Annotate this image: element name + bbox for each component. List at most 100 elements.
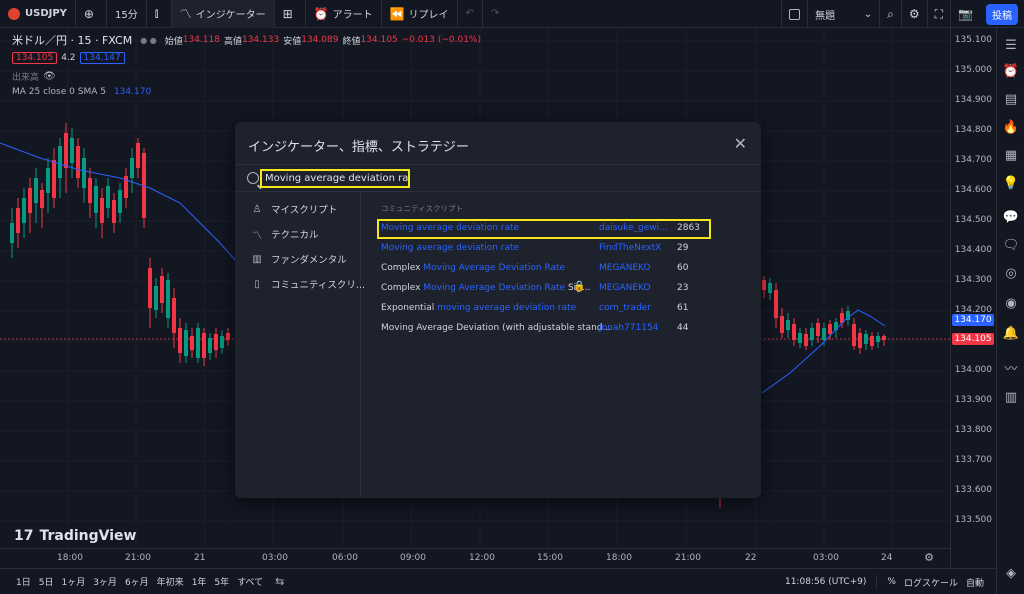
- notification-bell-icon[interactable]: 🔔: [1001, 324, 1021, 344]
- category-label: コミュニティスクリ...: [271, 280, 365, 291]
- eye-icon[interactable]: 👁: [43, 71, 56, 82]
- bookmark-icon: ▯: [254, 278, 260, 290]
- candle-body: [768, 283, 772, 293]
- undo-button[interactable]: ↶: [458, 0, 483, 28]
- layers-icon[interactable]: ◈: [1001, 564, 1021, 584]
- time-settings-icon[interactable]: ⚙: [924, 551, 934, 564]
- open-value: 134.118: [182, 35, 220, 45]
- range-button[interactable]: 1年: [188, 575, 211, 588]
- category-item[interactable]: 〽テクニカル: [250, 225, 319, 243]
- result-name: Complex Moving Average Deviation Rate: [381, 263, 566, 273]
- search-button[interactable]: ⌕: [879, 0, 901, 28]
- messages-icon[interactable]: 🗨: [1001, 236, 1021, 256]
- range-button[interactable]: 年初来: [153, 575, 188, 588]
- layout-button[interactable]: ⊞: [275, 0, 306, 28]
- auto-scale-toggle[interactable]: 自動: [962, 576, 988, 589]
- time-label: 15:00: [537, 553, 563, 563]
- bar-chart-icon: ▥: [252, 253, 262, 265]
- category-label: テクニカル: [271, 230, 319, 241]
- candle-body: [112, 200, 116, 223]
- range-button[interactable]: 5年: [210, 575, 233, 588]
- close-icon[interactable]: ✕: [734, 134, 747, 153]
- layout-name-button[interactable]: 無題 ⌄: [807, 0, 879, 28]
- search-input[interactable]: [260, 169, 410, 188]
- candle-body: [16, 208, 20, 233]
- result-author[interactable]: FindTheNextX: [599, 243, 661, 253]
- result-row[interactable]: Moving Average Deviation (with adjustabl…: [362, 318, 761, 338]
- range-button[interactable]: 1ヶ月: [57, 575, 89, 588]
- time-axis[interactable]: ⚙ 18:00 21:00 21 03:00 06:00 09:00 12:00 15:00 1…: [0, 548, 950, 568]
- result-row[interactable]: Complex Moving Average Deviation Rate MEG…: [362, 258, 761, 278]
- time-label: 21:00: [125, 553, 151, 563]
- category-item[interactable]: ▥ ファンダメンタル: [250, 250, 346, 268]
- chat-icon[interactable]: 💬: [1001, 208, 1021, 228]
- watchlist-icon[interactable]: ☰: [1001, 36, 1021, 56]
- pine-editor-icon[interactable]: ▥: [1001, 388, 1021, 408]
- percent-toggle[interactable]: %: [883, 577, 900, 587]
- candle-body: [82, 158, 86, 188]
- redo-button[interactable]: ↷: [483, 0, 507, 28]
- price-label: 134.400: [954, 245, 992, 255]
- volume-label: 出来高: [12, 72, 40, 83]
- price-label: 134.800: [954, 125, 992, 135]
- candle-body: [822, 328, 826, 340]
- result-row[interactable]: Moving average deviation rate FindTheNext…: [362, 238, 761, 258]
- result-author[interactable]: daisuke_gewi...: [599, 223, 668, 233]
- result-author[interactable]: MEGANEKO: [599, 263, 651, 273]
- range-button[interactable]: すべて: [233, 575, 267, 588]
- settings-button[interactable]: ⚙: [900, 0, 927, 28]
- plus-circle-icon: ⊕: [83, 6, 94, 21]
- hotlist-icon[interactable]: 🔥: [1001, 118, 1021, 138]
- result-row[interactable]: Moving average deviation rate daisuke_gew…: [362, 218, 761, 238]
- alert-label: アラート: [332, 10, 373, 21]
- calendar-icon[interactable]: ▦: [1001, 146, 1021, 166]
- sell-price-button[interactable]: 134.105: [12, 52, 58, 64]
- category-item[interactable]: ▯ コミュニティスクリ...: [250, 275, 365, 293]
- candle-body: [190, 336, 194, 350]
- fullscreen-button[interactable]: ⛶: [926, 0, 950, 28]
- alarm-clock-icon[interactable]: ⏰: [1001, 62, 1021, 82]
- result-author[interactable]: Jonah771154: [599, 323, 658, 333]
- alert-button[interactable]: ⏰ アラート: [306, 0, 382, 28]
- result-author[interactable]: MEGANEKO: [599, 283, 651, 293]
- candle-body: [88, 178, 92, 203]
- price-label: 134.700: [954, 155, 992, 165]
- data-window-icon[interactable]: ▤: [1001, 90, 1021, 110]
- range-button[interactable]: 5日: [35, 575, 58, 588]
- range-button[interactable]: 1日: [12, 575, 35, 588]
- broadcast-icon[interactable]: ◉: [1001, 294, 1021, 314]
- ideas-icon[interactable]: 💡: [1001, 174, 1021, 194]
- range-button[interactable]: 6ヶ月: [121, 575, 153, 588]
- market-status-dots: ● ●: [140, 35, 157, 45]
- redo-icon: ↷: [490, 8, 500, 19]
- date-range-icon[interactable]: ⇆: [275, 575, 284, 588]
- fullscreen-layout-button[interactable]: [781, 0, 807, 28]
- candle-body: [870, 336, 874, 346]
- result-row[interactable]: Complex Moving Average Deviation Rate Si…: [362, 278, 761, 298]
- indicators-button[interactable]: 〽インジケーター: [171, 0, 275, 28]
- post-button[interactable]: 投稿: [986, 3, 1018, 25]
- buy-price-button[interactable]: 134.147: [79, 52, 125, 64]
- section-header: コミュニティスクリプト: [381, 204, 464, 213]
- symbol-button[interactable]: USDJPY: [0, 0, 76, 28]
- interval-button[interactable]: 15分: [107, 0, 147, 28]
- layout-name-label: 無題: [815, 10, 836, 22]
- result-author[interactable]: corn_trader: [599, 303, 651, 313]
- category-item[interactable]: ♙ マイスクリプト: [250, 200, 338, 218]
- open-label: 始値: [164, 36, 183, 47]
- log-scale-toggle[interactable]: ログスケール: [900, 576, 962, 589]
- price-label: 133.900: [954, 395, 992, 405]
- bulb-icon[interactable]: ◎: [1001, 264, 1021, 284]
- clock-display[interactable]: 11:08:56 (UTC+9): [781, 577, 870, 587]
- candle-body: [858, 333, 862, 348]
- replay-button[interactable]: ⏪ リプレイ: [382, 0, 458, 28]
- chart-type-button[interactable]: ⫾: [147, 0, 172, 28]
- snapshot-button[interactable]: 📷: [950, 0, 980, 28]
- add-symbol-button[interactable]: ⊕: [76, 0, 107, 28]
- candle-body: [220, 336, 224, 348]
- price-axis[interactable]: 135.100 135.000 134.900 134.800 134.700 134.6…: [950, 28, 996, 568]
- trend-icon[interactable]: 〰: [1001, 360, 1021, 380]
- range-button[interactable]: 3ヶ月: [89, 575, 121, 588]
- result-row[interactable]: Exponential moving average deviation rat…: [362, 298, 761, 318]
- grid-icon: ⊞: [282, 6, 293, 21]
